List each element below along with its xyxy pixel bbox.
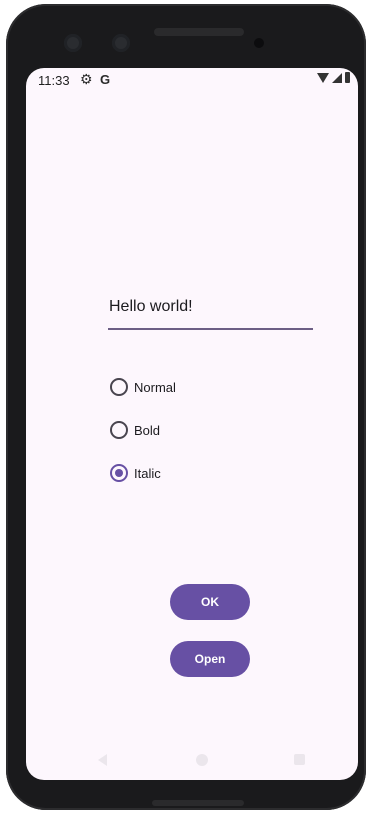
radio-button-checked-icon[interactable] xyxy=(110,464,128,482)
status-time: 11:33 xyxy=(38,73,70,88)
navigation-bar xyxy=(26,748,358,772)
front-camera-icon xyxy=(112,34,130,52)
app-screen: 11:33 ⚙ G Normal Bold Italic xyxy=(26,68,358,780)
open-button[interactable]: Open xyxy=(170,641,250,677)
ok-button[interactable]: OK xyxy=(170,584,250,620)
proximity-sensor xyxy=(254,38,264,48)
bottom-speaker xyxy=(152,800,244,806)
text-input[interactable] xyxy=(108,290,313,330)
recents-icon[interactable] xyxy=(294,754,305,765)
home-icon[interactable] xyxy=(196,754,208,766)
earpiece-speaker xyxy=(154,28,244,36)
radio-label: Italic xyxy=(134,465,161,481)
radio-button-icon[interactable] xyxy=(110,378,128,396)
back-icon[interactable] xyxy=(98,754,107,766)
front-camera-icon xyxy=(64,34,82,52)
radio-normal[interactable]: Normal xyxy=(110,376,176,398)
status-icons xyxy=(317,72,350,83)
radio-italic[interactable]: Italic xyxy=(110,462,176,484)
phone-frame: 11:33 ⚙ G Normal Bold Italic xyxy=(6,4,366,810)
radio-label: Bold xyxy=(134,422,161,438)
google-icon: G xyxy=(100,72,111,87)
radio-button-icon[interactable] xyxy=(110,421,128,439)
status-bar: 11:33 ⚙ G xyxy=(26,68,358,96)
radio-label: Normal xyxy=(134,379,176,395)
gear-icon: ⚙ xyxy=(80,71,93,87)
radio-bold[interactable]: Bold xyxy=(110,419,176,441)
battery-icon xyxy=(345,72,350,83)
style-radio-group: Normal Bold Italic xyxy=(110,376,176,505)
signal-icon xyxy=(332,72,342,83)
wifi-icon xyxy=(317,72,329,83)
